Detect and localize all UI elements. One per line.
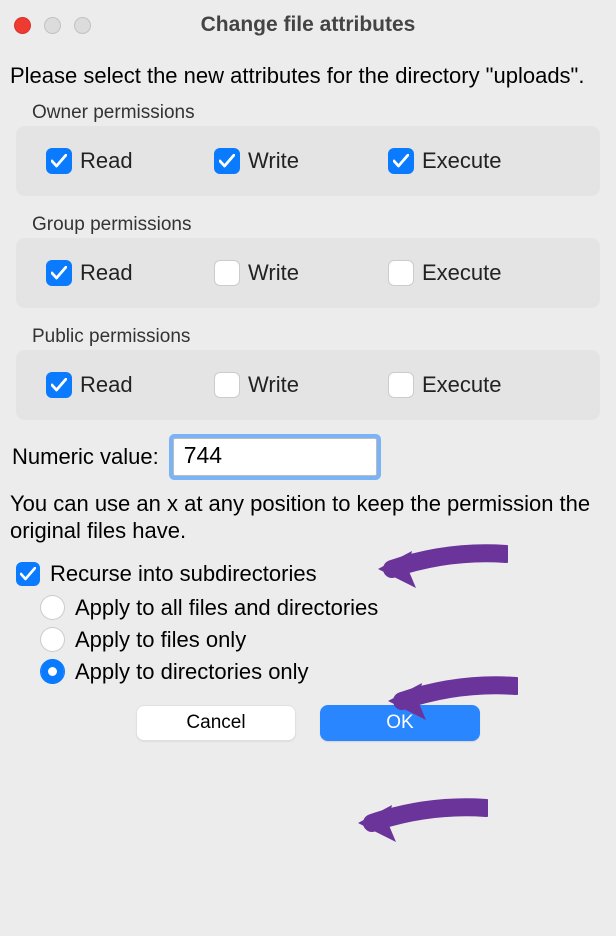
recurse-option[interactable]: Recurse into subdirectories — [16, 561, 606, 587]
group-read-label: Read — [80, 260, 133, 286]
apply-all-option[interactable]: Apply to all files and directories — [40, 595, 606, 621]
public-permissions-box: Read Write Execute — [16, 350, 600, 420]
group-read-option[interactable]: Read — [46, 260, 214, 286]
apply-all-label: Apply to all files and directories — [75, 595, 378, 621]
recurse-target-group: Apply to all files and directories Apply… — [40, 595, 606, 685]
owner-permissions-label: Owner permissions — [32, 102, 606, 124]
group-permissions-label: Group permissions — [32, 214, 606, 236]
owner-write-checkbox[interactable] — [214, 148, 240, 174]
titlebar: Change file attributes — [0, 0, 616, 50]
public-execute-label: Execute — [422, 372, 502, 398]
owner-read-label: Read — [80, 148, 133, 174]
group-permissions-box: Read Write Execute — [16, 238, 600, 308]
group-execute-option[interactable]: Execute — [388, 260, 502, 286]
group-write-option[interactable]: Write — [214, 260, 388, 286]
owner-read-option[interactable]: Read — [46, 148, 214, 174]
public-execute-option[interactable]: Execute — [388, 372, 502, 398]
apply-dirs-option[interactable]: Apply to directories only — [40, 659, 606, 685]
group-write-checkbox[interactable] — [214, 260, 240, 286]
public-read-checkbox[interactable] — [46, 372, 72, 398]
owner-execute-label: Execute — [422, 148, 502, 174]
owner-permissions-box: Read Write Execute — [16, 126, 600, 196]
owner-execute-checkbox[interactable] — [388, 148, 414, 174]
minimize-window-button[interactable] — [44, 17, 61, 34]
apply-files-radio[interactable] — [40, 627, 65, 652]
owner-write-label: Write — [248, 148, 299, 174]
public-permissions-label: Public permissions — [32, 326, 606, 348]
ok-button-label: OK — [386, 712, 413, 734]
hint-text: You can use an x at any position to keep… — [10, 490, 606, 545]
apply-files-option[interactable]: Apply to files only — [40, 627, 606, 653]
group-execute-label: Execute — [422, 260, 502, 286]
recurse-checkbox[interactable] — [16, 562, 40, 586]
group-execute-checkbox[interactable] — [388, 260, 414, 286]
group-write-label: Write — [248, 260, 299, 286]
close-window-button[interactable] — [14, 17, 31, 34]
public-write-label: Write — [248, 372, 299, 398]
public-execute-checkbox[interactable] — [388, 372, 414, 398]
cancel-button[interactable]: Cancel — [136, 705, 296, 741]
apply-dirs-label: Apply to directories only — [75, 659, 309, 685]
public-read-option[interactable]: Read — [46, 372, 214, 398]
apply-dirs-radio[interactable] — [40, 659, 65, 684]
group-read-checkbox[interactable] — [46, 260, 72, 286]
intro-text: Please select the new attributes for the… — [10, 62, 606, 90]
owner-read-checkbox[interactable] — [46, 148, 72, 174]
public-read-label: Read — [80, 372, 133, 398]
owner-execute-option[interactable]: Execute — [388, 148, 502, 174]
apply-all-radio[interactable] — [40, 595, 65, 620]
traffic-lights — [14, 17, 91, 34]
ok-button[interactable]: OK — [320, 705, 480, 741]
annotation-arrow-icon — [358, 798, 488, 848]
apply-files-label: Apply to files only — [75, 627, 246, 653]
maximize-window-button[interactable] — [74, 17, 91, 34]
public-write-option[interactable]: Write — [214, 372, 388, 398]
numeric-value-label: Numeric value: — [12, 444, 159, 470]
public-write-checkbox[interactable] — [214, 372, 240, 398]
recurse-label: Recurse into subdirectories — [50, 561, 317, 587]
numeric-value-input[interactable] — [173, 438, 377, 476]
window-title: Change file attributes — [14, 13, 602, 37]
owner-write-option[interactable]: Write — [214, 148, 388, 174]
cancel-button-label: Cancel — [186, 712, 245, 734]
